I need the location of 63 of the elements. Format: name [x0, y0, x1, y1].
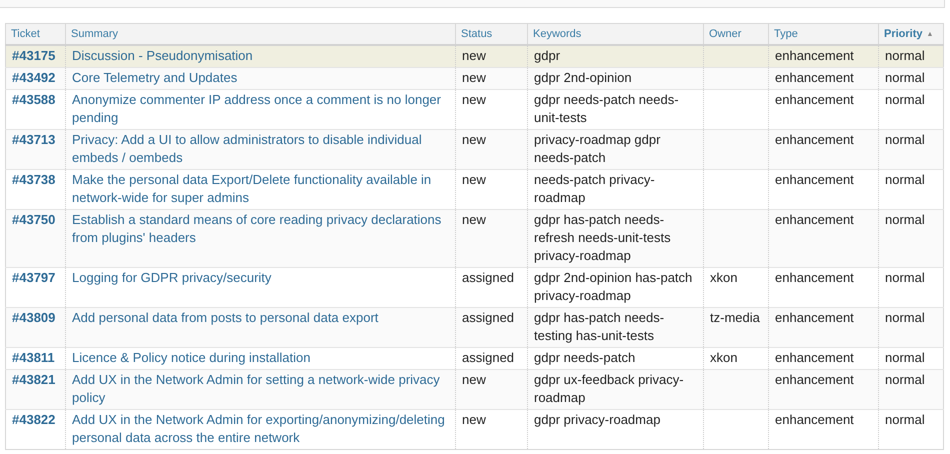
column-header[interactable]: Owner — [704, 24, 768, 45]
priority-text: normal — [885, 172, 925, 187]
priority-text: normal — [885, 48, 925, 63]
status-text: new — [462, 132, 486, 147]
ticket-link[interactable]: #43588 — [12, 91, 59, 109]
keywords-text: gdpr — [534, 48, 560, 63]
ticket-link[interactable]: #43811 — [12, 349, 59, 367]
owner-text: tz-media — [710, 310, 760, 325]
summary-link[interactable]: Anonymize commenter IP address once a comment is no longer pending — [72, 91, 449, 127]
ticket-row[interactable]: #43809 Add personal data from posts to personal data export assigned gdpr has-patch needs-testing has-unit-tests tz-media enhancement normal — [6, 308, 944, 348]
ticket-row[interactable]: #43821 Add UX in the Network Admin for setting a network-wide privacy policy new gdpr ux-feedback privacy-roadmap enhancement normal — [6, 370, 944, 410]
priority-text: normal — [885, 212, 925, 227]
type-text: enhancement — [775, 48, 854, 63]
ticket-row[interactable]: #43175 Discussion - Pseudonymisation new gdpr enhancement normal — [6, 45, 944, 68]
ticket-link[interactable]: #43797 — [12, 269, 59, 287]
status-text: new — [462, 372, 486, 387]
type-text: enhancement — [775, 172, 854, 187]
ticket-row[interactable]: #43750 Establish a standard means of core reading privacy declarations from plugins' headers new gdpr has-patch needs-refresh needs-unit-tests privacy-roadmap enhancement normal — [6, 210, 944, 268]
ticket-link[interactable]: #43738 — [12, 171, 59, 189]
ticket-row[interactable]: #43822 Add UX in the Network Admin for exporting/anonymizing/deleting personal data across the entire network new gdpr privacy-roadmap enhancement normal — [6, 410, 944, 450]
status-text: new — [462, 92, 486, 107]
status-text: new — [462, 48, 486, 63]
priority-text: normal — [885, 350, 925, 365]
keywords-text: gdpr needs-patch — [534, 350, 636, 365]
column-header[interactable]: Keywords — [528, 24, 704, 45]
priority-text: normal — [885, 92, 925, 107]
type-text: enhancement — [775, 350, 854, 365]
summary-link[interactable]: Add UX in the Network Admin for exporting/anonymizing/deleting personal data across the entire network — [72, 411, 449, 447]
type-text: enhancement — [775, 212, 854, 227]
type-text: enhancement — [775, 132, 854, 147]
ticket-row[interactable]: #43713 Privacy: Add a UI to allow administrators to disable individual embeds / oembeds new privacy-roadmap gdpr needs-patch enhancement normal — [6, 130, 944, 170]
column-header[interactable]: Status — [456, 24, 528, 45]
priority-text: normal — [885, 310, 925, 325]
keywords-text: gdpr 2nd-opinion — [534, 70, 632, 85]
summary-link[interactable]: Logging for GDPR privacy/security — [72, 269, 449, 287]
status-text: new — [462, 412, 486, 427]
priority-text: normal — [885, 70, 925, 85]
type-text: enhancement — [775, 310, 854, 325]
ticket-row[interactable]: #43492 Core Telemetry and Updates new gdpr 2nd-opinion enhancement normal — [6, 68, 944, 90]
priority-text: normal — [885, 270, 925, 285]
priority-text: normal — [885, 132, 925, 147]
keywords-text: gdpr privacy-roadmap — [534, 412, 660, 427]
owner-text: xkon — [710, 270, 738, 285]
status-text: assigned — [462, 350, 514, 365]
type-text: enhancement — [775, 270, 854, 285]
status-text: new — [462, 70, 486, 85]
type-text: enhancement — [775, 372, 854, 387]
status-text: assigned — [462, 270, 514, 285]
status-text: assigned — [462, 310, 514, 325]
type-text: enhancement — [775, 412, 854, 427]
summary-link[interactable]: Licence & Policy notice during installation — [72, 349, 449, 367]
priority-text: normal — [885, 412, 925, 427]
priority-text: normal — [885, 372, 925, 387]
ticket-link[interactable]: #43822 — [12, 411, 59, 429]
type-text: enhancement — [775, 92, 854, 107]
status-text: new — [462, 172, 486, 187]
status-text: new — [462, 212, 486, 227]
type-text: enhancement — [775, 70, 854, 85]
column-header[interactable]: Summary — [66, 24, 456, 45]
summary-link[interactable]: Make the personal data Export/Delete functionality available in network-wide for super admins — [72, 171, 449, 207]
column-header[interactable]: Type — [768, 24, 878, 45]
owner-text: xkon — [710, 350, 738, 365]
column-header[interactable]: Ticket — [6, 24, 66, 45]
